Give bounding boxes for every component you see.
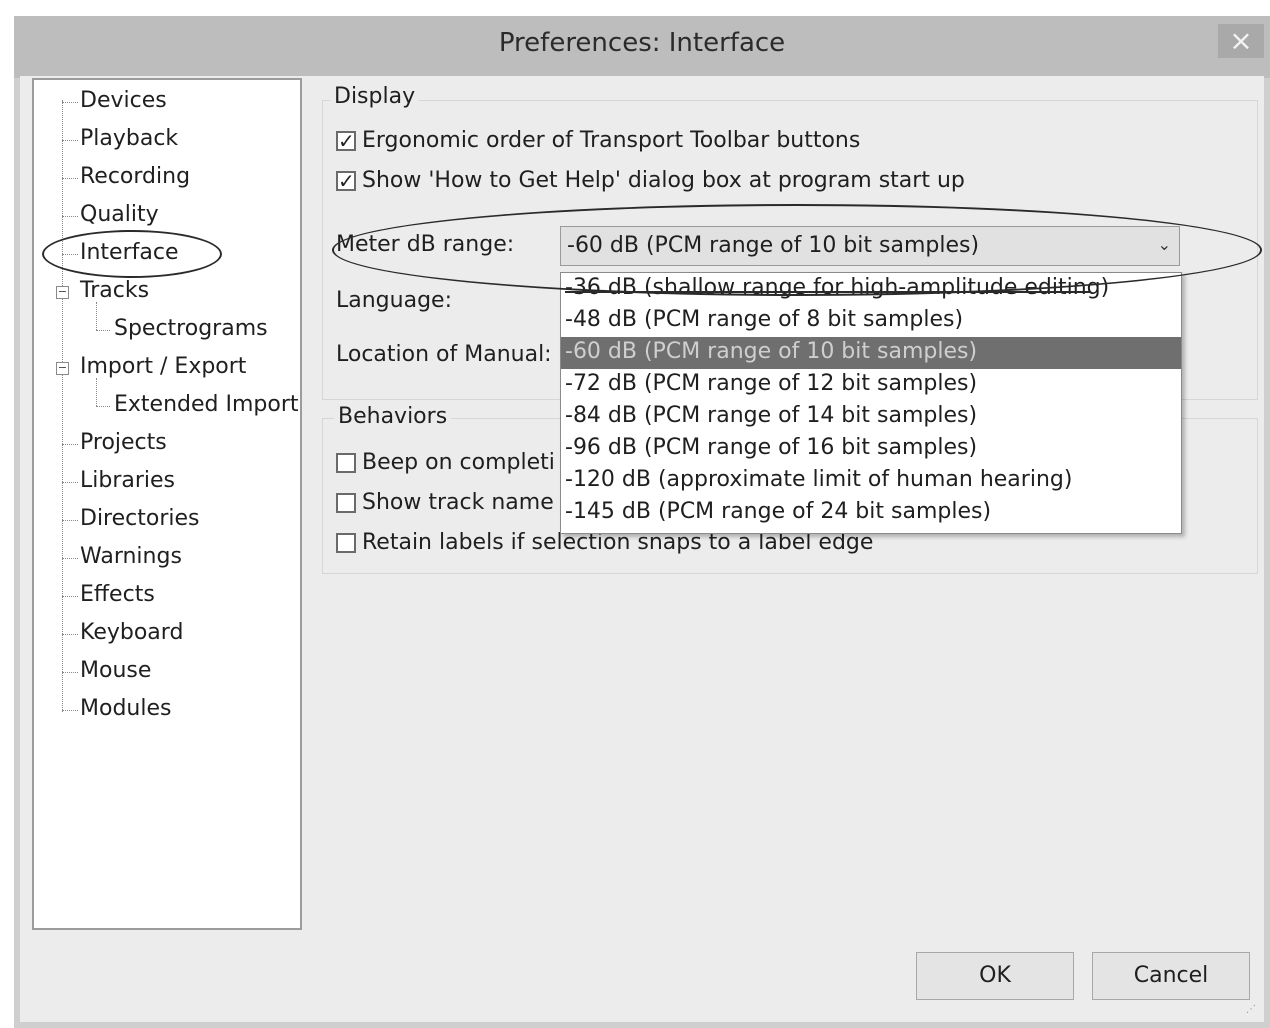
tree-branch bbox=[62, 520, 78, 521]
tree-item-libraries[interactable]: Libraries bbox=[80, 468, 175, 493]
preferences-dialog: Preferences: Interface × Devices Playbac… bbox=[14, 16, 1270, 1028]
dialog-client-area: Devices Playback Recording Quality Inter… bbox=[20, 76, 1264, 1022]
tree-branch bbox=[62, 634, 78, 635]
ok-button[interactable]: OK bbox=[916, 952, 1074, 1000]
behaviors-group-title: Behaviors bbox=[334, 404, 452, 429]
display-group-title: Display bbox=[330, 84, 420, 109]
close-button[interactable]: × bbox=[1218, 24, 1264, 58]
tree-branch bbox=[62, 558, 78, 559]
language-label: Language: bbox=[336, 288, 452, 313]
tree-branch bbox=[62, 140, 78, 141]
tree-item-directories[interactable]: Directories bbox=[80, 506, 200, 531]
title-bar[interactable]: Preferences: Interface × bbox=[14, 16, 1270, 78]
dropdown-option[interactable]: -120 dB (approximate limit of human hear… bbox=[561, 465, 1181, 497]
tree-item-recording[interactable]: Recording bbox=[80, 164, 190, 189]
meter-range-dropdown-list: -36 dB (shallow range for high-amplitude… bbox=[560, 272, 1182, 534]
dropdown-option[interactable]: -48 dB (PCM range of 8 bit samples) bbox=[561, 305, 1181, 337]
help-checkbox-row[interactable]: ✓ Show 'How to Get Help' dialog box at p… bbox=[336, 168, 965, 193]
tree-branch bbox=[96, 406, 110, 407]
close-icon: × bbox=[1229, 24, 1253, 57]
help-label: Show 'How to Get Help' dialog box at pro… bbox=[362, 168, 965, 193]
tree-branch bbox=[62, 482, 78, 483]
tree-item-projects[interactable]: Projects bbox=[80, 430, 167, 455]
tree-branch bbox=[62, 710, 78, 711]
tree-item-quality[interactable]: Quality bbox=[80, 202, 159, 227]
tree-item-extended-import[interactable]: Extended Import bbox=[114, 392, 299, 417]
collapse-icon[interactable]: − bbox=[56, 362, 69, 375]
tree-item-import-export[interactable]: Import / Export bbox=[80, 354, 246, 379]
tree-item-devices[interactable]: Devices bbox=[80, 88, 167, 113]
tree-item-keyboard[interactable]: Keyboard bbox=[80, 620, 183, 645]
preferences-tree: Devices Playback Recording Quality Inter… bbox=[32, 78, 302, 930]
beep-label: Beep on completi bbox=[362, 450, 555, 475]
retain-labels-checkbox[interactable] bbox=[336, 532, 356, 553]
tree-connector-line bbox=[62, 100, 63, 712]
cancel-button[interactable]: Cancel bbox=[1092, 952, 1250, 1000]
ergonomic-checkbox-row[interactable]: ✓ Ergonomic order of Transport Toolbar b… bbox=[336, 128, 860, 153]
ergonomic-label: Ergonomic order of Transport Toolbar but… bbox=[362, 128, 861, 153]
tree-item-effects[interactable]: Effects bbox=[80, 582, 155, 607]
tree-connector-line bbox=[96, 378, 97, 406]
dropdown-option[interactable]: -145 dB (PCM range of 24 bit samples) bbox=[561, 497, 1181, 529]
tree-item-modules[interactable]: Modules bbox=[80, 696, 171, 721]
window-title: Preferences: Interface bbox=[498, 28, 786, 58]
dropdown-option[interactable]: -72 dB (PCM range of 12 bit samples) bbox=[561, 369, 1181, 401]
help-checkbox[interactable]: ✓ bbox=[336, 170, 356, 191]
tree-item-spectrograms[interactable]: Spectrograms bbox=[114, 316, 268, 341]
beep-checkbox-row[interactable]: Beep on completi bbox=[336, 450, 555, 475]
collapse-icon[interactable]: − bbox=[56, 286, 69, 299]
interface-highlight-ring bbox=[42, 230, 222, 278]
tree-branch bbox=[62, 178, 78, 179]
tree-item-playback[interactable]: Playback bbox=[80, 126, 178, 151]
dropdown-option-selected[interactable]: -60 dB (PCM range of 10 bit samples) bbox=[561, 337, 1181, 369]
track-name-label: Show track name bbox=[362, 490, 554, 515]
tree-connector-line bbox=[96, 302, 97, 330]
tree-item-mouse[interactable]: Mouse bbox=[80, 658, 151, 683]
tree-item-tracks[interactable]: Tracks bbox=[80, 278, 149, 303]
meter-range-highlight-ring bbox=[332, 204, 1262, 296]
tree-branch bbox=[62, 672, 78, 673]
ergonomic-checkbox[interactable]: ✓ bbox=[336, 130, 356, 151]
manual-location-label: Location of Manual: bbox=[336, 342, 552, 367]
tree-branch bbox=[96, 330, 110, 331]
dropdown-option[interactable]: -96 dB (PCM range of 16 bit samples) bbox=[561, 433, 1181, 465]
dropdown-option[interactable]: -84 dB (PCM range of 14 bit samples) bbox=[561, 401, 1181, 433]
tree-item-warnings[interactable]: Warnings bbox=[80, 544, 182, 569]
track-name-checkbox[interactable] bbox=[336, 492, 356, 513]
tree-branch bbox=[62, 444, 78, 445]
track-name-checkbox-row[interactable]: Show track name bbox=[336, 490, 554, 515]
tree-branch bbox=[62, 596, 78, 597]
resize-grip-icon[interactable]: ⋰ bbox=[1246, 1004, 1260, 1018]
tree-branch bbox=[62, 216, 78, 217]
beep-checkbox[interactable] bbox=[336, 452, 356, 473]
tree-branch bbox=[62, 102, 78, 103]
